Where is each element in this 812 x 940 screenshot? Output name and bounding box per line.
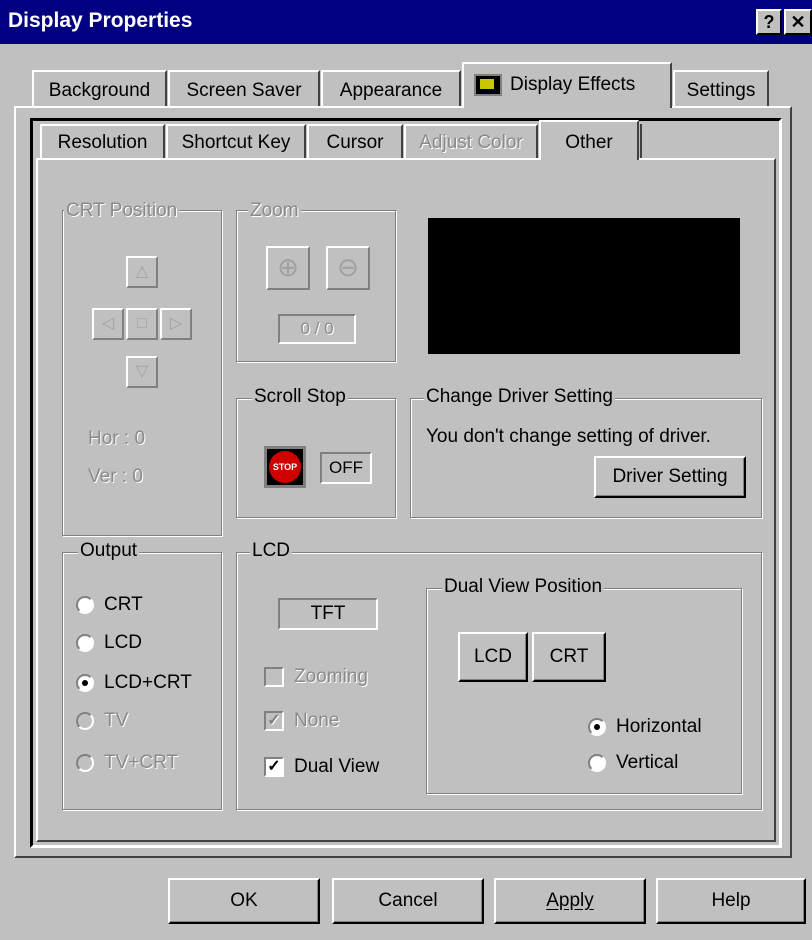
help-title-button[interactable]: ? — [756, 9, 782, 35]
none-label: None — [294, 710, 340, 731]
horizontal-option[interactable]: Horizontal — [588, 716, 702, 738]
lcd-label: LCD — [250, 540, 293, 562]
tab-label: Display Effects — [510, 74, 636, 96]
stop-icon-text: STOP — [272, 462, 298, 472]
crt-hor-value: Hor : 0 — [88, 428, 146, 449]
dual-view-position-label: Dual View Position — [442, 576, 605, 598]
none-checkbox-row[interactable]: ✓ None — [264, 710, 339, 732]
apply-button[interactable]: Apply — [494, 878, 646, 924]
crt-position-label: CRT Position — [64, 200, 180, 222]
radio-vertical[interactable] — [588, 754, 606, 772]
subtab-other[interactable]: Other — [539, 120, 639, 160]
radio-tv[interactable] — [76, 712, 94, 730]
tab-display-effects[interactable]: Display Effects — [462, 62, 672, 108]
radio-label: CRT — [104, 594, 143, 615]
vertical-option[interactable]: Vertical — [588, 752, 678, 774]
zoom-value: 0 / 0 — [278, 314, 356, 344]
tab-screen-saver[interactable]: Screen Saver — [168, 70, 320, 106]
subtab-label: Cursor — [326, 132, 384, 153]
radio-tv-crt[interactable] — [76, 754, 94, 772]
driver-setting-label: Change Driver Setting — [424, 386, 615, 408]
tab-label: Background — [48, 80, 151, 101]
zoom-label: Zoom — [248, 200, 301, 222]
stop-button[interactable]: STOP — [264, 446, 306, 488]
up-arrow-icon: △ — [135, 263, 149, 280]
radio-label: TV+CRT — [104, 752, 179, 773]
output-option-tv[interactable]: TV — [76, 710, 128, 732]
subtab-label: Shortcut Key — [181, 132, 291, 153]
output-option-tv-crt[interactable]: TV+CRT — [76, 752, 178, 774]
zooming-label: Zooming — [294, 666, 368, 687]
crt-up-button[interactable]: △ — [126, 256, 158, 288]
radio-label: LCD — [104, 632, 143, 653]
display-effects-icon — [474, 74, 502, 96]
zooming-checkbox-row[interactable]: Zooming — [264, 666, 368, 688]
tab-label: Appearance — [339, 80, 443, 101]
left-arrow-icon: ◁ — [101, 315, 115, 332]
crt-right-button[interactable]: ▷ — [160, 308, 192, 340]
subtab-cursor[interactable]: Cursor — [307, 124, 403, 158]
lcd-panel-type: TFT — [278, 598, 378, 630]
right-arrow-icon: ▷ — [169, 315, 183, 332]
zoom-out-button[interactable]: ⊖ — [326, 246, 370, 290]
tab-settings[interactable]: Settings — [673, 70, 769, 106]
driver-setting-button[interactable]: Driver Setting — [594, 456, 746, 498]
dual-view-position-group — [426, 588, 742, 794]
tab-background[interactable]: Background — [32, 70, 167, 106]
dual-view-crt-button[interactable]: CRT — [532, 632, 606, 682]
radio-lcd-crt[interactable] — [76, 674, 94, 692]
help-button[interactable]: Help — [656, 878, 806, 924]
stop-icon: STOP — [269, 451, 301, 483]
tab-appearance[interactable]: Appearance — [321, 70, 461, 106]
radio-label: Horizontal — [616, 716, 702, 737]
radio-label: LCD+CRT — [104, 672, 192, 693]
zooming-checkbox[interactable] — [264, 667, 284, 687]
tab-label: Screen Saver — [186, 80, 302, 101]
preview-screen — [428, 218, 740, 354]
center-square-icon: □ — [137, 315, 147, 332]
none-checkbox[interactable]: ✓ — [264, 711, 284, 731]
scroll-stop-value: OFF — [320, 452, 372, 484]
dual-view-checkbox[interactable]: ✓ — [264, 757, 284, 777]
cancel-button[interactable]: Cancel — [332, 878, 484, 924]
radio-crt[interactable] — [76, 596, 94, 614]
down-arrow-icon: ▽ — [135, 363, 149, 380]
dual-view-lcd-button[interactable]: LCD — [458, 632, 528, 682]
output-label: Output — [78, 540, 140, 562]
crt-down-button[interactable]: ▽ — [126, 356, 158, 388]
subtab-label: Resolution — [57, 132, 148, 153]
subtab-divider — [640, 124, 642, 158]
window-title: Display Properties — [8, 9, 193, 32]
subtab-resolution[interactable]: Resolution — [40, 124, 165, 158]
output-option-lcd-crt[interactable]: LCD+CRT — [76, 672, 192, 694]
dual-view-label: Dual View — [294, 756, 380, 777]
magnifier-plus-icon: ⊕ — [277, 252, 299, 282]
subtab-label: Adjust Color — [419, 132, 523, 153]
crt-left-button[interactable]: ◁ — [92, 308, 124, 340]
crt-ver-value: Ver : 0 — [88, 466, 143, 487]
zoom-in-button[interactable]: ⊕ — [266, 246, 310, 290]
subtab-shortcut-key[interactable]: Shortcut Key — [166, 124, 306, 158]
radio-label: Vertical — [616, 752, 679, 773]
radio-lcd[interactable] — [76, 634, 94, 652]
driver-setting-message: You don't change setting of driver. — [426, 426, 711, 447]
scroll-stop-group — [236, 398, 396, 518]
scroll-stop-label: Scroll Stop — [252, 386, 348, 408]
subtab-adjust-color[interactable]: Adjust Color — [404, 124, 538, 158]
close-title-button[interactable]: ✕ — [784, 9, 812, 35]
dual-view-checkbox-row[interactable]: ✓ Dual View — [264, 756, 379, 778]
subtab-label: Other — [565, 132, 613, 153]
output-option-crt[interactable]: CRT — [76, 594, 143, 616]
radio-horizontal[interactable] — [588, 718, 606, 736]
radio-label: TV — [104, 710, 129, 731]
tab-label: Settings — [686, 80, 756, 101]
close-icon: ✕ — [790, 12, 806, 32]
output-option-lcd[interactable]: LCD — [76, 632, 142, 654]
crt-center-button[interactable]: □ — [126, 308, 158, 340]
ok-button[interactable]: OK — [168, 878, 320, 924]
magnifier-minus-icon: ⊖ — [337, 252, 359, 282]
